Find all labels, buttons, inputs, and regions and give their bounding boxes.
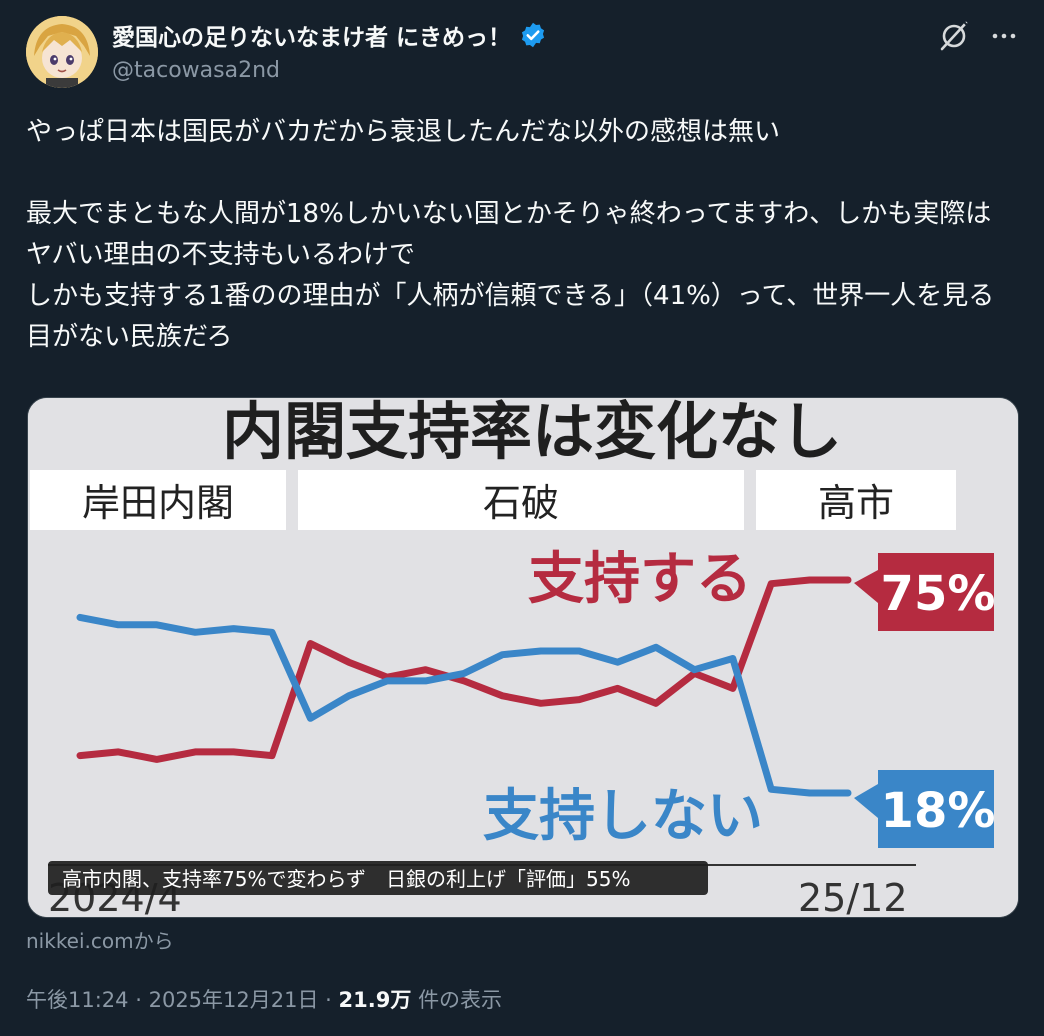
views-label: 件の表示 (418, 988, 503, 1012)
approval-rating-chart: 内閣支持率は変化なし 岸田内閣 石破 高市 支持する 支持しない 2024/4 … (28, 398, 1018, 917)
tweet-text: やっぱ日本は国民がバカだから衰退したんだな以外の感想は無い 最大でまともな人間が… (26, 117, 995, 352)
anime-avatar-icon (26, 16, 98, 88)
grok-icon[interactable] (938, 20, 970, 52)
display-name-text[interactable]: 愛国心の足りないなまけ者 にきめっ！ (112, 18, 511, 52)
display-name[interactable]: 愛国心の足りないなまけ者 にきめっ！ (112, 18, 547, 52)
cabinet-label-kishida: 岸田内閣 (82, 481, 234, 525)
end-label-support: 75% (881, 566, 996, 622)
tweet-media-image[interactable]: 内閣支持率は変化なし 岸田内閣 石破 高市 支持する 支持しない 2024/4 … (27, 397, 1019, 918)
meta-separator: · (325, 988, 332, 1012)
timestamp-time[interactable]: 午後11:24 (26, 988, 129, 1012)
media-title: 内閣支持率は変化なし (222, 398, 842, 468)
series-label-oppose: 支持しない (483, 784, 763, 849)
media-caption: 高市内閣、支持率75%で変わらず 日銀の利上げ「評価」55% (62, 867, 631, 891)
meta-separator: · (135, 988, 142, 1012)
x-axis-end-label: 25/12 (798, 876, 908, 917)
handle[interactable]: @tacowasa2nd (112, 58, 280, 83)
avatar[interactable] (26, 16, 98, 88)
tweet-header: 愛国心の足りないなまけ者 にきめっ！ @tacowasa2nd (26, 14, 1026, 94)
link-source[interactable]: nikkei.comから (26, 925, 174, 954)
series-label-support: 支持する (528, 547, 752, 612)
verified-badge-icon[interactable] (519, 21, 547, 49)
views-count: 21.9万 (338, 988, 412, 1012)
tweet-meta: 午後11:24 · 2025年12月21日 · 21.9万 件の表示 (26, 984, 502, 1014)
cabinet-label-ishiba: 石破 (483, 481, 559, 525)
cabinet-label-takaichi: 高市 (818, 481, 894, 525)
more-options-icon[interactable] (988, 20, 1020, 52)
end-label-oppose: 18% (881, 783, 996, 839)
timestamp-date[interactable]: 2025年12月21日 (149, 988, 319, 1012)
